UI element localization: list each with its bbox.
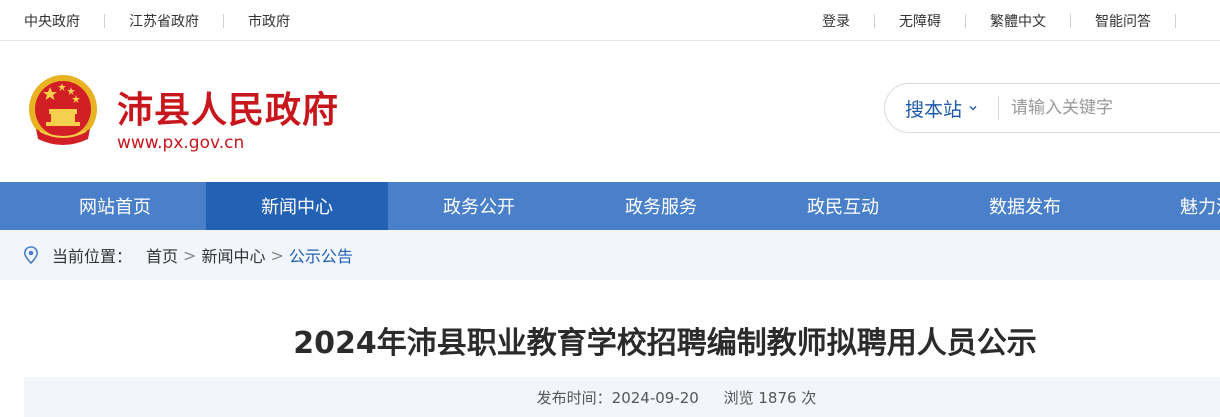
nav-item-public-interaction[interactable]: 政民互动	[752, 182, 934, 230]
divider	[874, 13, 875, 28]
top-left-links: 中央政府 江苏省政府 市政府	[24, 0, 290, 41]
breadcrumb-prefix: 当前位置：	[52, 247, 133, 266]
divider	[1070, 13, 1071, 28]
nav-item-charm[interactable]: 魅力沛	[1116, 182, 1220, 230]
view-count: 浏览 1876 次	[723, 389, 817, 407]
divider	[965, 13, 966, 28]
nav-item-news-center[interactable]: 新闻中心	[206, 182, 388, 230]
chevron-down-icon	[969, 106, 977, 111]
breadcrumb-announcements[interactable]: 公示公告	[289, 243, 353, 267]
site-url: www.px.gov.cn	[117, 133, 245, 153]
breadcrumb: 当前位置： 首页 > 新闻中心 > 公示公告	[0, 230, 1220, 280]
nav-item-government-services[interactable]: 政务服务	[570, 182, 752, 230]
breadcrumb-separator: >	[270, 245, 284, 265]
location-pin-icon	[23, 246, 39, 264]
top-right-links: 登录 无障碍 繁體中文 智能问答	[822, 0, 1200, 41]
nav-item-home[interactable]: 网站首页	[24, 182, 206, 230]
site-header: 沛县人民政府 www.px.gov.cn 搜本站	[0, 41, 1220, 182]
article-meta-bar: 发布时间：2024-09-20 浏览 1876 次	[24, 377, 1220, 417]
publish-time: 发布时间：2024-09-20	[536, 389, 699, 407]
breadcrumb-separator: >	[183, 245, 197, 265]
divider	[223, 13, 224, 28]
search-divider	[998, 96, 999, 120]
national-emblem-icon[interactable]	[26, 73, 100, 151]
breadcrumb-home[interactable]: 首页	[146, 243, 178, 267]
site-name[interactable]: 沛县人民政府	[117, 81, 339, 133]
breadcrumb-trail: 当前位置： 首页 > 新闻中心 > 公示公告	[52, 230, 353, 280]
link-jiangsu-government[interactable]: 江苏省政府	[129, 11, 199, 31]
nav-item-data-release[interactable]: 数据发布	[934, 182, 1116, 230]
breadcrumb-news-center[interactable]: 新闻中心	[201, 243, 265, 267]
accessibility-link[interactable]: 无障碍	[899, 11, 941, 31]
link-central-government[interactable]: 中央政府	[24, 11, 80, 31]
login-link[interactable]: 登录	[822, 11, 850, 31]
link-city-government[interactable]: 市政府	[248, 11, 290, 31]
search-scope-dropdown[interactable]: 搜本站	[905, 84, 978, 132]
search-scope-label: 搜本站	[905, 98, 963, 121]
nav-item-government-affairs[interactable]: 政务公开	[388, 182, 570, 230]
article-title: 2024年沛县职业教育学校招聘编制教师拟聘用人员公示	[293, 326, 1037, 361]
divider	[104, 13, 105, 28]
article-meta: 发布时间：2024-09-20 浏览 1876 次	[24, 387, 1220, 408]
top-utility-bar: 中央政府 江苏省政府 市政府 登录 无障碍 繁體中文 智能问答	[0, 0, 1220, 41]
search-input[interactable]	[1011, 94, 1220, 122]
main-nav: 网站首页 新闻中心 政务公开 政务服务 政民互动 数据发布 魅力沛	[0, 182, 1220, 230]
smart-qa-link[interactable]: 智能问答	[1095, 11, 1151, 31]
search-box: 搜本站	[884, 83, 1220, 133]
divider	[1175, 13, 1176, 28]
traditional-chinese-link[interactable]: 繁體中文	[990, 11, 1046, 31]
